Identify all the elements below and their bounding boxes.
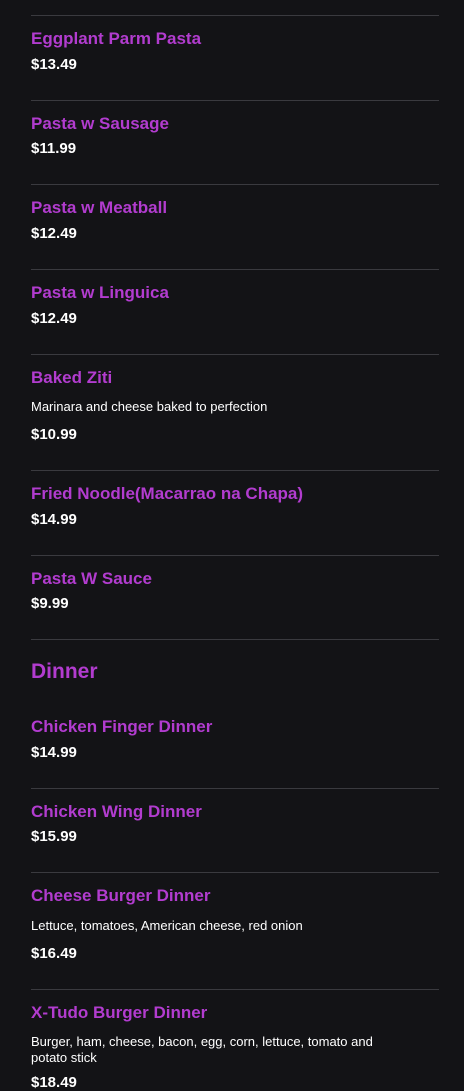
menu-item-price: $13.49: [31, 56, 77, 73]
divider: [31, 989, 439, 990]
menu-item-price: $14.99: [31, 511, 77, 528]
divider: [31, 639, 439, 640]
menu-item-description: Marinara and cheese baked to perfection: [31, 399, 268, 414]
divider: [31, 354, 439, 355]
menu-item-name[interactable]: Eggplant Parm Pasta: [31, 29, 201, 49]
menu-item-name[interactable]: Pasta w Sausage: [31, 114, 169, 134]
menu-item-price: $9.99: [31, 595, 69, 612]
menu-item-price: $12.49: [31, 225, 77, 242]
menu-item-price: $12.49: [31, 310, 77, 327]
menu-item-price: $11.99: [31, 140, 77, 157]
divider: [31, 470, 439, 471]
divider: [31, 15, 439, 16]
menu-item-name[interactable]: Chicken Wing Dinner: [31, 802, 202, 822]
menu-item-name[interactable]: Chicken Finger Dinner: [31, 717, 212, 737]
divider: [31, 184, 439, 185]
menu-item-price: $10.99: [31, 426, 77, 443]
menu-item-price: $16.49: [31, 945, 77, 962]
menu-item-name[interactable]: Cheese Burger Dinner: [31, 886, 211, 906]
menu-item-name[interactable]: Pasta W Sauce: [31, 569, 152, 589]
divider: [31, 872, 439, 873]
menu-item-name[interactable]: Pasta w Meatball: [31, 198, 167, 218]
menu-item-price: $15.99: [31, 828, 77, 845]
divider: [31, 555, 439, 556]
menu-item-description: Burger, ham, cheese, bacon, egg, corn, l…: [31, 1034, 373, 1065]
menu-item-name[interactable]: Baked Ziti: [31, 368, 112, 388]
section-title: Dinner: [31, 660, 98, 683]
divider: [31, 269, 439, 270]
divider: [31, 788, 439, 789]
menu-item-price: $14.99: [31, 744, 77, 761]
menu-item-name[interactable]: Pasta w Linguica: [31, 283, 169, 303]
menu-item-name[interactable]: Fried Noodle(Macarrao na Chapa): [31, 484, 303, 504]
divider: [31, 100, 439, 101]
menu-item-name[interactable]: X-Tudo Burger Dinner: [31, 1003, 207, 1023]
menu-item-description: Lettuce, tomatoes, American cheese, red …: [31, 918, 303, 933]
